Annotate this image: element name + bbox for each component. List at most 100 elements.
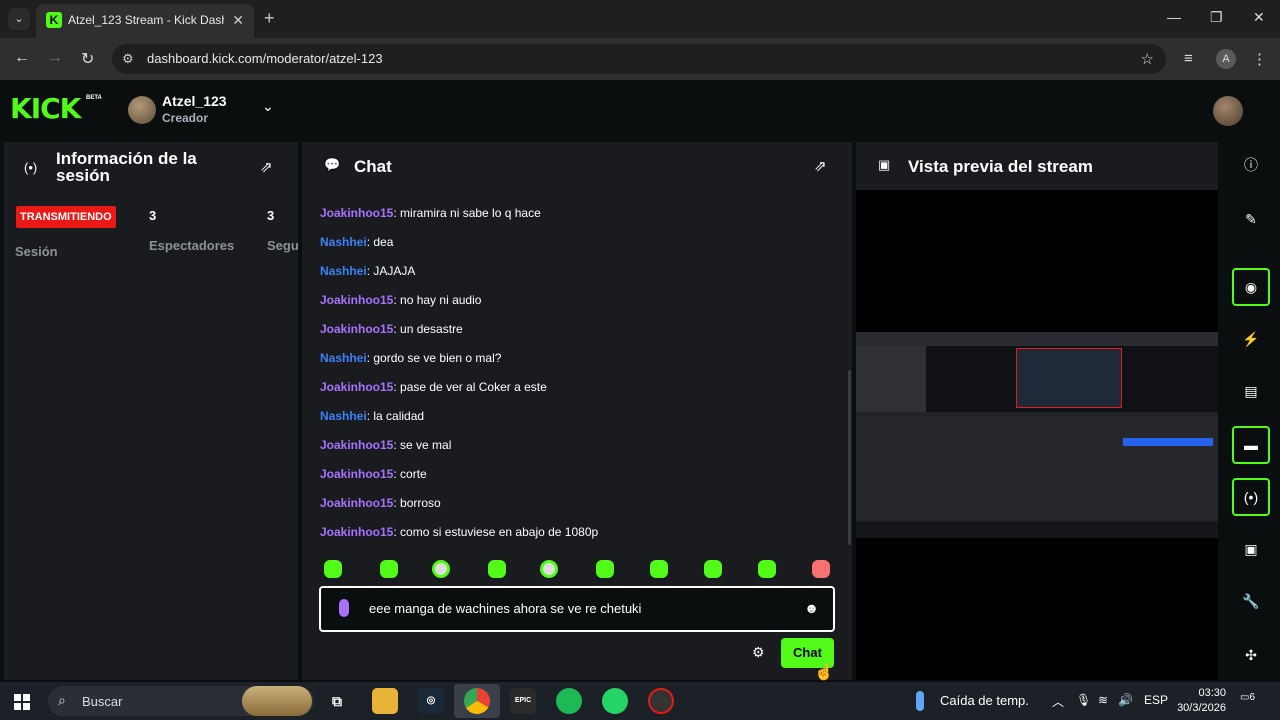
channel-role: Creador: [162, 111, 209, 125]
popout-icon[interactable]: ⇗: [260, 158, 273, 176]
chat-message[interactable]: Nashhei: gordo se ve bien o mal?: [320, 351, 501, 365]
media-queue-icon[interactable]: ≡: [1184, 50, 1193, 67]
wrench-icon[interactable]: 🔧: [1232, 582, 1270, 620]
search-placeholder: Buscar: [82, 694, 123, 709]
chat-message[interactable]: Joakinhoo15: borroso: [320, 496, 441, 510]
steam-icon[interactable]: ◎: [418, 688, 444, 714]
lightning-icon[interactable]: ⚡: [1232, 320, 1270, 358]
kick-favicon-icon: K: [46, 12, 62, 28]
followers-label: Segu: [267, 238, 298, 253]
channel-avatar[interactable]: [128, 96, 156, 124]
tab-search-button[interactable]: ⌄: [8, 8, 30, 30]
chat-message[interactable]: Nashhei: la calidad: [320, 409, 424, 423]
wifi-icon[interactable]: ≋: [1098, 693, 1108, 707]
browser-menu-icon[interactable]: ⋮: [1252, 50, 1267, 68]
camera-focus-icon[interactable]: ◉: [1232, 268, 1270, 306]
chat-settings-icon[interactable]: ⚙: [752, 644, 765, 661]
chat-input[interactable]: eee manga de wachines ahora se ve re che…: [319, 586, 835, 632]
chat-scrollbar[interactable]: [848, 370, 851, 545]
windows-start-icon[interactable]: [14, 694, 30, 710]
emote-icon[interactable]: [432, 560, 450, 578]
viewers-label: Espectadores: [149, 238, 235, 253]
microphone-icon[interactable]: [339, 599, 349, 617]
thermometer-icon[interactable]: [916, 691, 924, 711]
reload-icon[interactable]: ↻: [81, 49, 94, 69]
obs-icon[interactable]: [648, 688, 674, 714]
chat-panel-header: 💬 Chat ⇗: [302, 142, 852, 190]
browser-tab[interactable]: K Atzel_123 Stream - Kick Dashbo ✕: [36, 4, 254, 38]
chat-message[interactable]: Joakinhoo15: corte: [320, 467, 427, 481]
emoji-picker-icon[interactable]: ☻: [804, 600, 819, 616]
spotify-icon[interactable]: [556, 688, 582, 714]
notes-icon[interactable]: ▤: [1232, 372, 1270, 410]
browser-tab-strip: ⌄ K Atzel_123 Stream - Kick Dashbo ✕ + —…: [0, 0, 1280, 38]
chat-message[interactable]: Joakinhoo15: como si estuviese en abajo …: [320, 525, 598, 539]
user-avatar[interactable]: [1213, 96, 1243, 126]
clock-date: 30/3/2026: [1177, 702, 1226, 714]
popout-icon[interactable]: ⇗: [814, 157, 827, 175]
taskbar-clock[interactable]: 03:30 30/3/2026: [1168, 686, 1226, 716]
chat-panel: 💬 Chat ⇗ Joakinhoo15: miramira ni sabe l…: [302, 142, 852, 681]
epic-games-icon[interactable]: EPIC: [510, 688, 536, 714]
pencil-icon[interactable]: ✎: [1232, 200, 1270, 238]
emote-icon[interactable]: [380, 560, 398, 578]
chat-message[interactable]: Joakinhoo15: se ve mal: [320, 438, 451, 452]
mouse-cursor-icon: ☝: [814, 664, 834, 681]
new-tab-button[interactable]: +: [264, 8, 275, 29]
forward-icon[interactable]: →: [47, 49, 63, 67]
notifications-icon[interactable]: ▭6: [1240, 692, 1258, 710]
microphone-tray-icon[interactable]: 🎙: [1076, 693, 1091, 707]
clock-time: 03:30: [1198, 687, 1226, 699]
kick-logo[interactable]: KICK: [10, 92, 81, 125]
weather-text[interactable]: Caída de temp.: [940, 693, 1029, 708]
bookmark-star-icon[interactable]: ☆: [1141, 50, 1154, 68]
chevron-down-icon[interactable]: ⌄: [262, 98, 274, 115]
chrome-icon[interactable]: [464, 688, 490, 714]
emote-icon[interactable]: [758, 560, 776, 578]
whatsapp-icon[interactable]: [602, 688, 628, 714]
video-icon: ▣: [878, 157, 891, 172]
site-info-icon[interactable]: ⚙: [122, 51, 134, 67]
chat-input-text[interactable]: eee manga de wachines ahora se ve re che…: [369, 601, 641, 616]
stream-preview-video[interactable]: [856, 332, 1218, 538]
address-bar[interactable]: ⚙ dashboard.kick.com/moderator/atzel-123…: [112, 44, 1166, 74]
broadcast-icon[interactable]: (•): [1232, 478, 1270, 516]
apps-icon[interactable]: ✣: [1232, 636, 1270, 674]
chat-message[interactable]: Joakinhoo15: miramira ni sabe lo q hace: [320, 206, 541, 220]
emote-icon[interactable]: [704, 560, 722, 578]
minimize-icon[interactable]: —: [1167, 9, 1181, 25]
info-icon[interactable]: ⓘ: [1232, 146, 1270, 184]
emote-icon[interactable]: [812, 560, 830, 578]
search-highlight-image: [242, 686, 312, 716]
language-indicator[interactable]: ESP: [1144, 693, 1168, 707]
chat-message[interactable]: Joakinhoo15: un desastre: [320, 322, 463, 336]
channel-name[interactable]: Atzel_123: [162, 93, 227, 109]
chat-message[interactable]: Joakinhoo15: no hay ni audio: [320, 293, 481, 307]
url-text[interactable]: dashboard.kick.com/moderator/atzel-123: [147, 51, 383, 66]
close-tab-icon[interactable]: ✕: [232, 12, 244, 29]
chevron-up-icon[interactable]: ︿: [1052, 693, 1064, 710]
chat-message[interactable]: Nashhei: JAJAJA: [320, 264, 415, 278]
chat-message[interactable]: Nashhei: dea: [320, 235, 393, 249]
broadcast-icon: (•): [24, 160, 38, 175]
chat-bubble-icon[interactable]: ▬: [1232, 426, 1270, 464]
emote-icon[interactable]: [324, 560, 342, 578]
emote-icon[interactable]: [540, 560, 558, 578]
preview-title: Vista previa del stream: [908, 157, 1093, 176]
window-close-icon[interactable]: ✕: [1253, 9, 1265, 26]
emote-icon[interactable]: [650, 560, 668, 578]
restore-icon[interactable]: ❐: [1210, 9, 1223, 26]
back-icon[interactable]: ←: [14, 49, 30, 67]
browser-profile-avatar[interactable]: A: [1216, 49, 1236, 69]
file-explorer-icon[interactable]: [372, 688, 398, 714]
taskbar-search[interactable]: ⌕ Buscar: [48, 686, 314, 716]
emote-icon[interactable]: [596, 560, 614, 578]
task-view-icon[interactable]: ⧉: [324, 688, 350, 714]
volume-icon[interactable]: 🔊: [1118, 693, 1133, 707]
emote-icon[interactable]: [488, 560, 506, 578]
chat-message[interactable]: Joakinhoo15: pase de ver al Coker a este: [320, 380, 547, 394]
tab-title: Atzel_123 Stream - Kick Dashbo: [68, 13, 224, 27]
beta-badge: BETA: [86, 95, 102, 101]
session-title-line1: Información de la: [56, 149, 197, 168]
video-icon[interactable]: ▣: [1232, 530, 1270, 568]
